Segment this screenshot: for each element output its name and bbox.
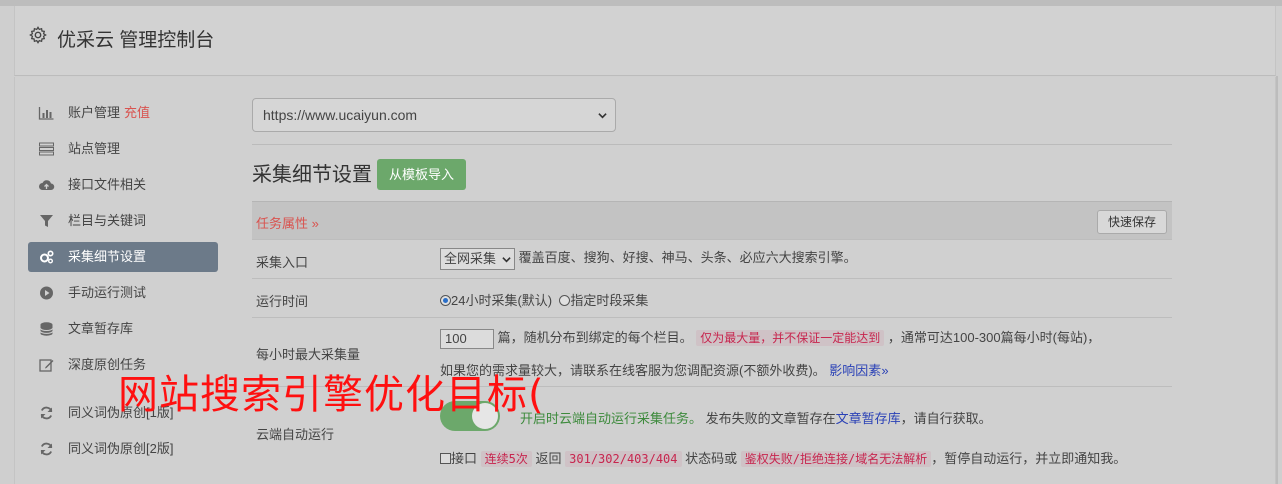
chevron-down-icon	[502, 256, 511, 263]
import-template-button[interactable]: 从模板导入	[377, 159, 467, 190]
row-label: 云端自动运行	[256, 427, 335, 442]
cloud-desc-2: ，请自行获取。	[900, 411, 992, 426]
sidebar-item-label: 接口文件相关	[68, 177, 147, 192]
scrollbar[interactable]	[1276, 76, 1278, 484]
text-status: 状态码或	[685, 451, 738, 466]
sidebar-item-manual-test[interactable]: 手动运行测试	[28, 278, 218, 308]
recharge-link[interactable]: 充值	[124, 105, 150, 120]
row-label: 每小时最大采集量	[256, 347, 361, 362]
cogs-icon	[40, 250, 54, 264]
max-per-hour-input[interactable]: 100	[440, 328, 494, 349]
cloud-upload-icon	[39, 180, 55, 190]
row-value: 开启时云端自动运行采集任务。 发布失败的文章暂存在文章暂存库，请自行获取。	[520, 408, 992, 427]
sidebar-item-collect-settings[interactable]: 采集细节设置	[28, 242, 218, 272]
row-entry: 采集入口 全网采集 覆盖百度、搜狗、好搜、神马、头条、必应六大搜索引擎。	[252, 239, 1172, 278]
code-status: 301/302/403/404	[565, 451, 682, 467]
max-desc-2: ，通常可达100-300篇每小时(每站)，	[887, 330, 1101, 345]
text-return: 返回	[535, 451, 562, 466]
checkbox-label: 接口	[451, 451, 478, 466]
double-chevron-down-icon: »	[311, 216, 319, 231]
settings-table: 任务属性 » 快速保存 采集入口 全网采集 覆盖百度、搜狗、好搜、神马、头条、必…	[252, 201, 1172, 476]
server-icon	[39, 142, 54, 156]
cloud-desc-green: 开启时云端自动运行采集任务。	[520, 411, 703, 426]
site-select-value: https://www.ucaiyun.com	[263, 107, 418, 123]
sidebar-item-label: 采集细节设置	[68, 249, 147, 264]
play-circle-icon	[40, 286, 53, 300]
cloud-desc: 发布失败的文章暂存在	[705, 411, 836, 426]
sidebar-item-interface[interactable]: 接口文件相关	[28, 170, 218, 200]
row-value: 100 篇，随机分布到绑定的每个栏目。 仅为最大量，并不保证一定能达到 ，通常可…	[440, 327, 1170, 349]
sidebar-item-label: 同义词伪原创[2版]	[68, 441, 174, 456]
edit-icon	[39, 359, 54, 372]
sidebar-item-label: 栏目与关键词	[68, 213, 147, 228]
max-desc: 篇，随机分布到绑定的每个栏目。	[497, 330, 693, 345]
max-note: 仅为最大量，并不保证一定能达到	[696, 330, 885, 346]
sidebar-item-categories[interactable]: 栏目与关键词	[28, 206, 218, 236]
section-title: 采集细节设置	[252, 164, 372, 186]
entry-select[interactable]: 全网采集	[440, 247, 516, 270]
sidebar-item-account[interactable]: 账户管理 充值	[28, 98, 218, 128]
site-select[interactable]: https://www.ucaiyun.com	[252, 98, 616, 132]
sidebar-item-label: 账户管理	[68, 105, 121, 120]
sidebar-item-article-storage[interactable]: 文章暂存库	[28, 314, 218, 344]
row-time: 运行时间 24小时采集(默认) 指定时段采集	[252, 278, 1172, 317]
sidebar-item-label: 手动运行测试	[68, 285, 147, 300]
code-errors: 鉴权失败/拒绝连接/域名无法解析	[740, 451, 932, 467]
entry-description: 覆盖百度、搜狗、好搜、神马、头条、必应六大搜索引擎。	[518, 250, 857, 265]
refresh-icon	[40, 442, 53, 456]
divider	[252, 144, 1172, 145]
filter-icon	[40, 215, 53, 227]
sidebar-item-label: 站点管理	[68, 141, 121, 156]
row-value: 24小时采集(默认) 指定时段采集	[440, 290, 648, 309]
article-storage-link[interactable]: 文章暂存库	[836, 411, 901, 426]
chevron-down-icon	[598, 113, 607, 119]
page-header: 优采云 管理控制台	[14, 6, 1276, 76]
task-attr-header: 任务属性 » 快速保存	[252, 201, 1172, 239]
sidebar-item-sites[interactable]: 站点管理	[28, 134, 218, 164]
watermark-text: 网站搜索引擎优化目标(	[118, 372, 545, 418]
sidebar-item-label: 文章暂存库	[68, 321, 134, 336]
bar-chart-icon	[38, 107, 54, 120]
radio-24h-label: 24小时采集(默认)	[451, 293, 553, 308]
row-label: 采集入口	[256, 255, 309, 270]
database-icon	[40, 322, 53, 336]
radio-custom-time[interactable]	[559, 295, 571, 306]
radio-custom-label: 指定时段采集	[570, 293, 649, 308]
impact-factors-link[interactable]: 影响因素»	[829, 363, 888, 378]
pause-checkbox[interactable]	[440, 453, 451, 464]
page-title: 优采云 管理控制台	[57, 30, 215, 51]
radio-24h[interactable]	[440, 295, 451, 306]
code-consecutive: 连续5次	[480, 451, 532, 467]
text-pause: ，暂停自动运行，并立即通知我。	[931, 451, 1127, 466]
sidebar-item-synonym-v2[interactable]: 同义词伪原创[2版]	[28, 434, 218, 464]
refresh-icon	[40, 406, 53, 420]
row-value-2: 接口 连续5次 返回 301/302/403/404 状态码或 鉴权失败/拒绝连…	[440, 448, 1126, 467]
gear-icon	[29, 26, 47, 44]
quick-save-button[interactable]: 快速保存	[1096, 210, 1167, 234]
section-header: 采集细节设置 从模板导入	[252, 159, 1172, 191]
task-attr-toggle[interactable]: 任务属性 »	[256, 213, 319, 232]
row-label: 运行时间	[256, 294, 309, 309]
row-value: 全网采集 覆盖百度、搜狗、好搜、神马、头条、必应六大搜索引擎。	[440, 247, 857, 270]
